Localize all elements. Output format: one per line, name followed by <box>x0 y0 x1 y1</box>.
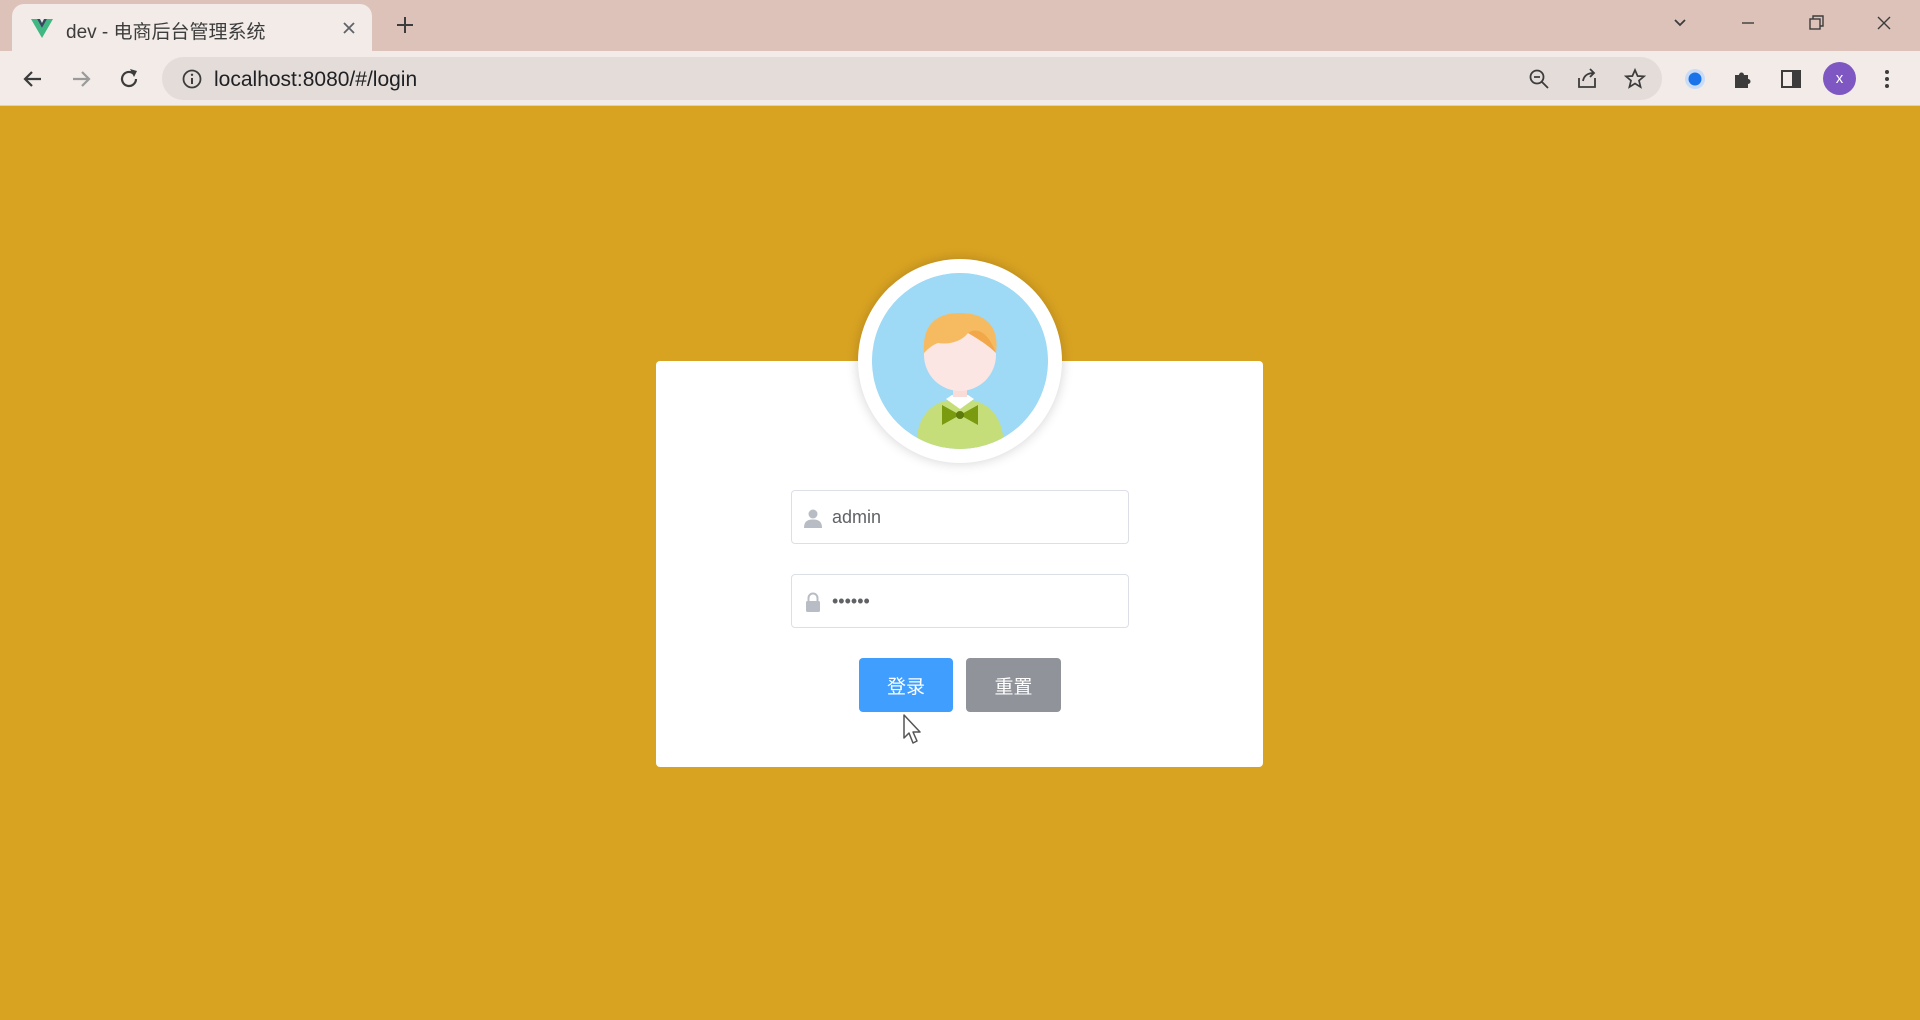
reload-icon[interactable] <box>115 65 143 93</box>
browser-toolbar: localhost:8080/#/login x <box>0 51 1920 106</box>
tab-search-chevron-icon[interactable] <box>1667 10 1693 36</box>
hand-cursor-icon <box>903 714 921 744</box>
back-icon[interactable] <box>19 65 47 93</box>
url-text[interactable]: localhost:8080/#/login <box>214 68 417 92</box>
forward-icon[interactable] <box>67 65 95 93</box>
reset-button[interactable]: 重置 <box>966 658 1061 712</box>
address-bar[interactable]: localhost:8080/#/login <box>162 57 1662 100</box>
minimize-icon[interactable] <box>1735 10 1761 36</box>
restore-icon[interactable] <box>1803 10 1829 36</box>
username-field[interactable] <box>791 490 1129 544</box>
tab-title: dev - 电商后台管理系统 <box>66 22 266 43</box>
extension-record-icon[interactable] <box>1682 66 1708 92</box>
share-icon[interactable] <box>1575 67 1599 91</box>
site-info-icon[interactable] <box>180 67 204 91</box>
username-input[interactable] <box>832 491 1122 543</box>
close-tab-icon[interactable] <box>338 17 360 39</box>
user-icon <box>804 509 822 528</box>
close-window-icon[interactable] <box>1871 10 1897 36</box>
password-input[interactable] <box>832 575 1122 627</box>
extensions-puzzle-icon[interactable] <box>1730 66 1756 92</box>
login-avatar <box>858 259 1062 463</box>
bookmark-star-icon[interactable] <box>1623 67 1647 91</box>
tab-strip: dev - 电商后台管理系统 <box>0 0 1920 51</box>
zoom-out-icon[interactable] <box>1527 67 1551 91</box>
profile-avatar[interactable]: x <box>1823 62 1856 95</box>
password-field[interactable] <box>791 574 1129 628</box>
vue-logo-icon <box>31 19 53 38</box>
side-panel-icon[interactable] <box>1778 66 1804 92</box>
lock-icon <box>806 592 820 612</box>
new-tab-icon[interactable] <box>392 12 418 38</box>
browser-tab[interactable]: dev - 电商后台管理系统 <box>12 4 372 51</box>
user-avatar-illustration <box>872 273 1048 449</box>
login-button[interactable]: 登录 <box>859 658 953 712</box>
more-menu-icon[interactable] <box>1874 66 1900 92</box>
